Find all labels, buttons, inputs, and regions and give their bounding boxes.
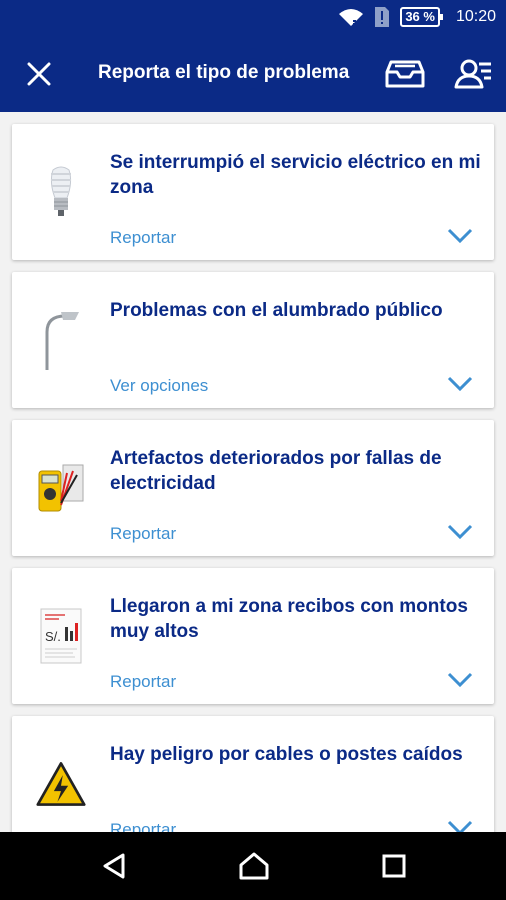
chevron-down-icon[interactable] xyxy=(446,666,474,692)
problem-card-damaged-appliances[interactable]: Artefactos deteriorados por fallas de el… xyxy=(12,420,494,556)
report-link[interactable]: Reportar xyxy=(110,228,176,248)
clock: 10:20 xyxy=(455,8,496,25)
inbox-icon xyxy=(385,60,425,88)
chevron-down-icon[interactable] xyxy=(446,370,474,396)
page-title: Reporta el tipo de problema xyxy=(98,62,350,83)
recents-icon xyxy=(382,854,406,878)
inbox-button[interactable] xyxy=(384,56,426,92)
close-button[interactable] xyxy=(22,57,56,91)
close-icon xyxy=(27,62,51,86)
problem-card-street-lighting[interactable]: Problemas con el alumbrado público Ver o… xyxy=(12,272,494,408)
chevron-down-icon[interactable] xyxy=(446,222,474,248)
battery-indicator: 36 % xyxy=(400,7,443,27)
profile-button[interactable] xyxy=(452,56,494,92)
problem-card-power-outage[interactable]: Se interrumpió el servicio eléctrico en … xyxy=(12,124,494,260)
report-link[interactable]: Reportar xyxy=(110,524,176,544)
bill-icon: S/. xyxy=(36,604,86,668)
lightbulb-icon xyxy=(36,160,86,224)
back-button[interactable] xyxy=(94,848,134,884)
report-link[interactable]: Reportar xyxy=(110,672,176,692)
card-title: Artefactos deteriorados por fallas de el… xyxy=(110,448,442,494)
card-title: Se interrumpió el servicio eléctrico en … xyxy=(110,152,481,198)
wifi-icon xyxy=(339,9,364,26)
svg-text:S/.: S/. xyxy=(45,629,61,644)
multimeter-icon xyxy=(36,456,86,520)
recents-button[interactable] xyxy=(374,848,414,884)
card-title: Hay peligro por cables o postes caídos xyxy=(110,744,463,765)
card-title: Llegaron a mi zona recibos con montos mu… xyxy=(110,596,468,642)
user-profile-icon xyxy=(454,59,491,89)
chevron-down-icon[interactable] xyxy=(446,518,474,544)
system-nav-bar xyxy=(0,832,506,900)
sim-alert-icon xyxy=(375,7,390,27)
chevron-down-icon[interactable] xyxy=(446,814,474,832)
status-bar: 36 % 10:20 xyxy=(0,0,506,34)
view-options-link[interactable]: Ver opciones xyxy=(110,376,208,396)
app-bar: Reporta el tipo de problema xyxy=(0,34,506,112)
report-link[interactable]: Reportar xyxy=(110,820,176,832)
problem-list: Se interrumpió el servicio eléctrico en … xyxy=(0,112,506,832)
problem-card-fallen-cables[interactable]: Hay peligro por cables o postes caídos R… xyxy=(12,716,494,832)
home-button[interactable] xyxy=(234,848,274,884)
home-icon xyxy=(239,852,269,880)
electric-hazard-icon xyxy=(36,752,86,816)
streetlight-icon xyxy=(36,308,86,372)
card-title: Problemas con el alumbrado público xyxy=(110,300,443,321)
problem-card-high-bills[interactable]: S/. Llegaron a mi zona recibos con monto… xyxy=(12,568,494,704)
back-icon xyxy=(103,853,125,879)
